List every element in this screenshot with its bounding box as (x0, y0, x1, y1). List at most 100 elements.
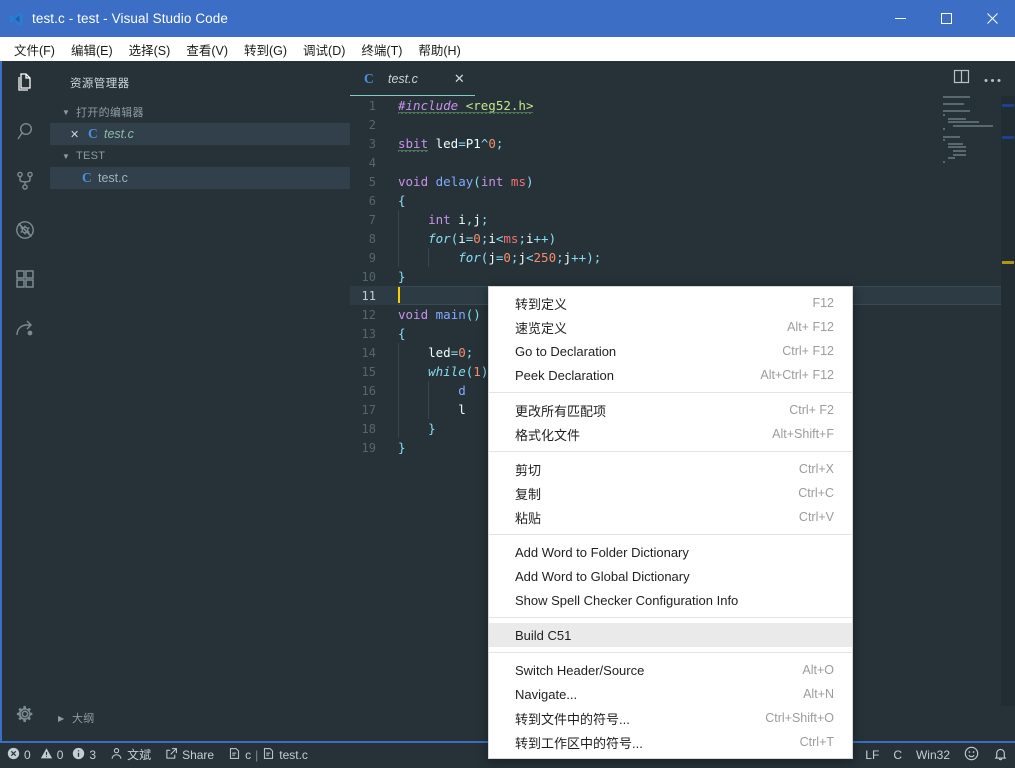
minimap-line (943, 139, 945, 142)
code-line[interactable]: 7 int i,j; (350, 210, 1015, 229)
line-number: 15 (361, 364, 376, 379)
context-menu-item[interactable]: Go to Declaration Ctrl+ F12 (489, 339, 852, 363)
close-icon[interactable]: ✕ (454, 71, 465, 87)
line-number: 18 (361, 421, 376, 436)
open-editor-item-testc[interactable]: ✕ C test.c (50, 123, 350, 145)
code-line[interactable]: 5 void delay(int ms) (350, 172, 1015, 191)
share-icon (165, 747, 178, 763)
menubar-item-view[interactable]: 查看(V) (178, 37, 236, 62)
minimap-line (952, 149, 967, 152)
menubar-item-selection[interactable]: 选择(S) (121, 37, 179, 62)
account-icon (110, 747, 123, 763)
code-text: #include <reg52.h> (398, 98, 534, 113)
status-eol[interactable]: LF (858, 741, 886, 768)
tab-testc[interactable]: C test.c ✕ (350, 61, 475, 96)
status-language[interactable]: C (886, 741, 909, 768)
context-menu-item[interactable]: Add Word to Folder Dictionary (489, 540, 852, 564)
maximize-button[interactable] (923, 0, 969, 37)
run-debug-icon (13, 218, 37, 247)
code-line[interactable]: 8 for(i=0;i<ms;i++) (350, 229, 1015, 248)
activity-item-explorer[interactable] (0, 61, 50, 110)
context-menu-item-shortcut: Ctrl+ F12 (782, 344, 834, 358)
line-number: 5 (368, 174, 376, 189)
context-menu-item[interactable]: 更改所有匹配项 Ctrl+ F2 (489, 398, 852, 422)
file-item-testc[interactable]: C test.c (50, 167, 350, 189)
editor-context-menu[interactable]: 转到定义 F12 速览定义 Alt+ F12 Go to Declaration Ctrl… (488, 286, 853, 759)
overview-ruler[interactable] (1001, 96, 1015, 706)
context-menu-item-label: Navigate... (515, 686, 578, 702)
code-line[interactable]: 9 for(j=0;j<250;j++); (350, 248, 1015, 267)
activity-item-extensions[interactable] (0, 257, 50, 306)
code-text: } (398, 440, 406, 455)
context-menu-item[interactable]: 剪切 Ctrl+X (489, 457, 852, 481)
close-icon[interactable]: ✕ (70, 128, 88, 141)
title-bar: test.c - test - Visual Studio Code (0, 0, 1015, 37)
menubar-item-edit[interactable]: 编辑(E) (63, 37, 121, 62)
status-account[interactable]: 文斌 (103, 741, 158, 768)
activity-item-remote-share[interactable] (0, 306, 50, 355)
context-menu-item[interactable]: 速览定义 Alt+ F12 (489, 315, 852, 339)
code-line[interactable]: 1 #include <reg52.h> (350, 96, 1015, 115)
status-notifications[interactable] (986, 741, 1015, 768)
context-menu-item[interactable]: Switch Header/Source Alt+O (489, 658, 852, 682)
minimize-button[interactable] (877, 0, 923, 37)
info-icon (72, 747, 85, 763)
menu-separator (489, 392, 852, 393)
context-menu-item-shortcut: Alt+N (803, 687, 834, 701)
context-menu-item[interactable]: 粘贴 Ctrl+V (489, 505, 852, 529)
context-menu-item[interactable]: 格式化文件 Alt+Shift+F (489, 422, 852, 446)
minimap-line (943, 110, 970, 113)
activity-bar (0, 61, 50, 741)
section-folder-test[interactable]: ▼ TEST (50, 145, 350, 167)
status-problems[interactable]: 0 0 3 (0, 741, 103, 768)
menubar-item-file[interactable]: 文件(F) (6, 37, 63, 62)
context-menu-item[interactable]: 转到定义 F12 (489, 291, 852, 315)
menubar-item-debug[interactable]: 调试(D) (295, 37, 353, 62)
code-line[interactable]: 4 (350, 153, 1015, 172)
split-editor-icon[interactable] (953, 68, 970, 90)
c-file-icon: C (88, 126, 98, 141)
context-menu-item[interactable]: 复制 Ctrl+C (489, 481, 852, 505)
activity-item-settings[interactable] (0, 692, 50, 741)
context-menu-item[interactable]: Navigate... Alt+N (489, 682, 852, 706)
code-line[interactable]: 6{ (350, 191, 1015, 210)
status-feedback[interactable] (957, 741, 986, 768)
context-menu-item[interactable]: Add Word to Global Dictionary (489, 564, 852, 588)
minimap[interactable] (943, 96, 1001, 296)
activity-item-run-debug[interactable] (0, 208, 50, 257)
breadcrumb-lang: c (245, 747, 252, 762)
indent-guide (398, 343, 399, 362)
section-outline[interactable]: ▶ 大纲 (50, 707, 350, 729)
source-control-icon (13, 169, 37, 198)
minimap-line (943, 160, 945, 163)
language-label: C (893, 747, 902, 762)
window-controls (877, 0, 1015, 37)
context-menu-item[interactable]: 转到工作区中的符号... Ctrl+T (489, 730, 852, 754)
context-menu-item-label: Go to Declaration (515, 343, 617, 359)
context-menu-item[interactable]: 转到文件中的符号... Ctrl+Shift+O (489, 706, 852, 730)
menubar-item-help[interactable]: 帮助(H) (410, 37, 468, 62)
close-button[interactable] (969, 0, 1015, 37)
status-platform[interactable]: Win32 (909, 741, 957, 768)
menubar-item-terminal[interactable]: 终端(T) (353, 37, 410, 62)
status-breadcrumb[interactable]: c | test.c (221, 741, 315, 768)
context-menu-item[interactable]: Peek Declaration Alt+Ctrl+ F12 (489, 363, 852, 387)
context-menu-item[interactable]: Show Spell Checker Configuration Info (489, 588, 852, 612)
status-share[interactable]: Share (158, 741, 221, 768)
line-number: 9 (368, 250, 376, 265)
indent-guide (398, 362, 399, 381)
section-open-editors[interactable]: ▼ 打开的编辑器 (50, 101, 350, 123)
warning-icon (40, 747, 53, 763)
context-menu-item-shortcut: Ctrl+Shift+O (765, 711, 834, 725)
activity-item-search[interactable] (0, 110, 50, 159)
context-menu-item[interactable]: Build C51 (489, 623, 852, 647)
activity-item-source-control[interactable] (0, 159, 50, 208)
code-line[interactable]: 3 sbit led=P1^0; (350, 134, 1015, 153)
menubar-item-go[interactable]: 转到(G) (236, 37, 295, 62)
file-item-label: test.c (98, 171, 128, 185)
more-actions-icon[interactable] (984, 70, 1001, 88)
context-menu-item-label: 转到文件中的符号... (515, 711, 630, 727)
code-text (398, 286, 400, 304)
code-line[interactable]: 2 (350, 115, 1015, 134)
code-line[interactable]: 10} (350, 267, 1015, 286)
